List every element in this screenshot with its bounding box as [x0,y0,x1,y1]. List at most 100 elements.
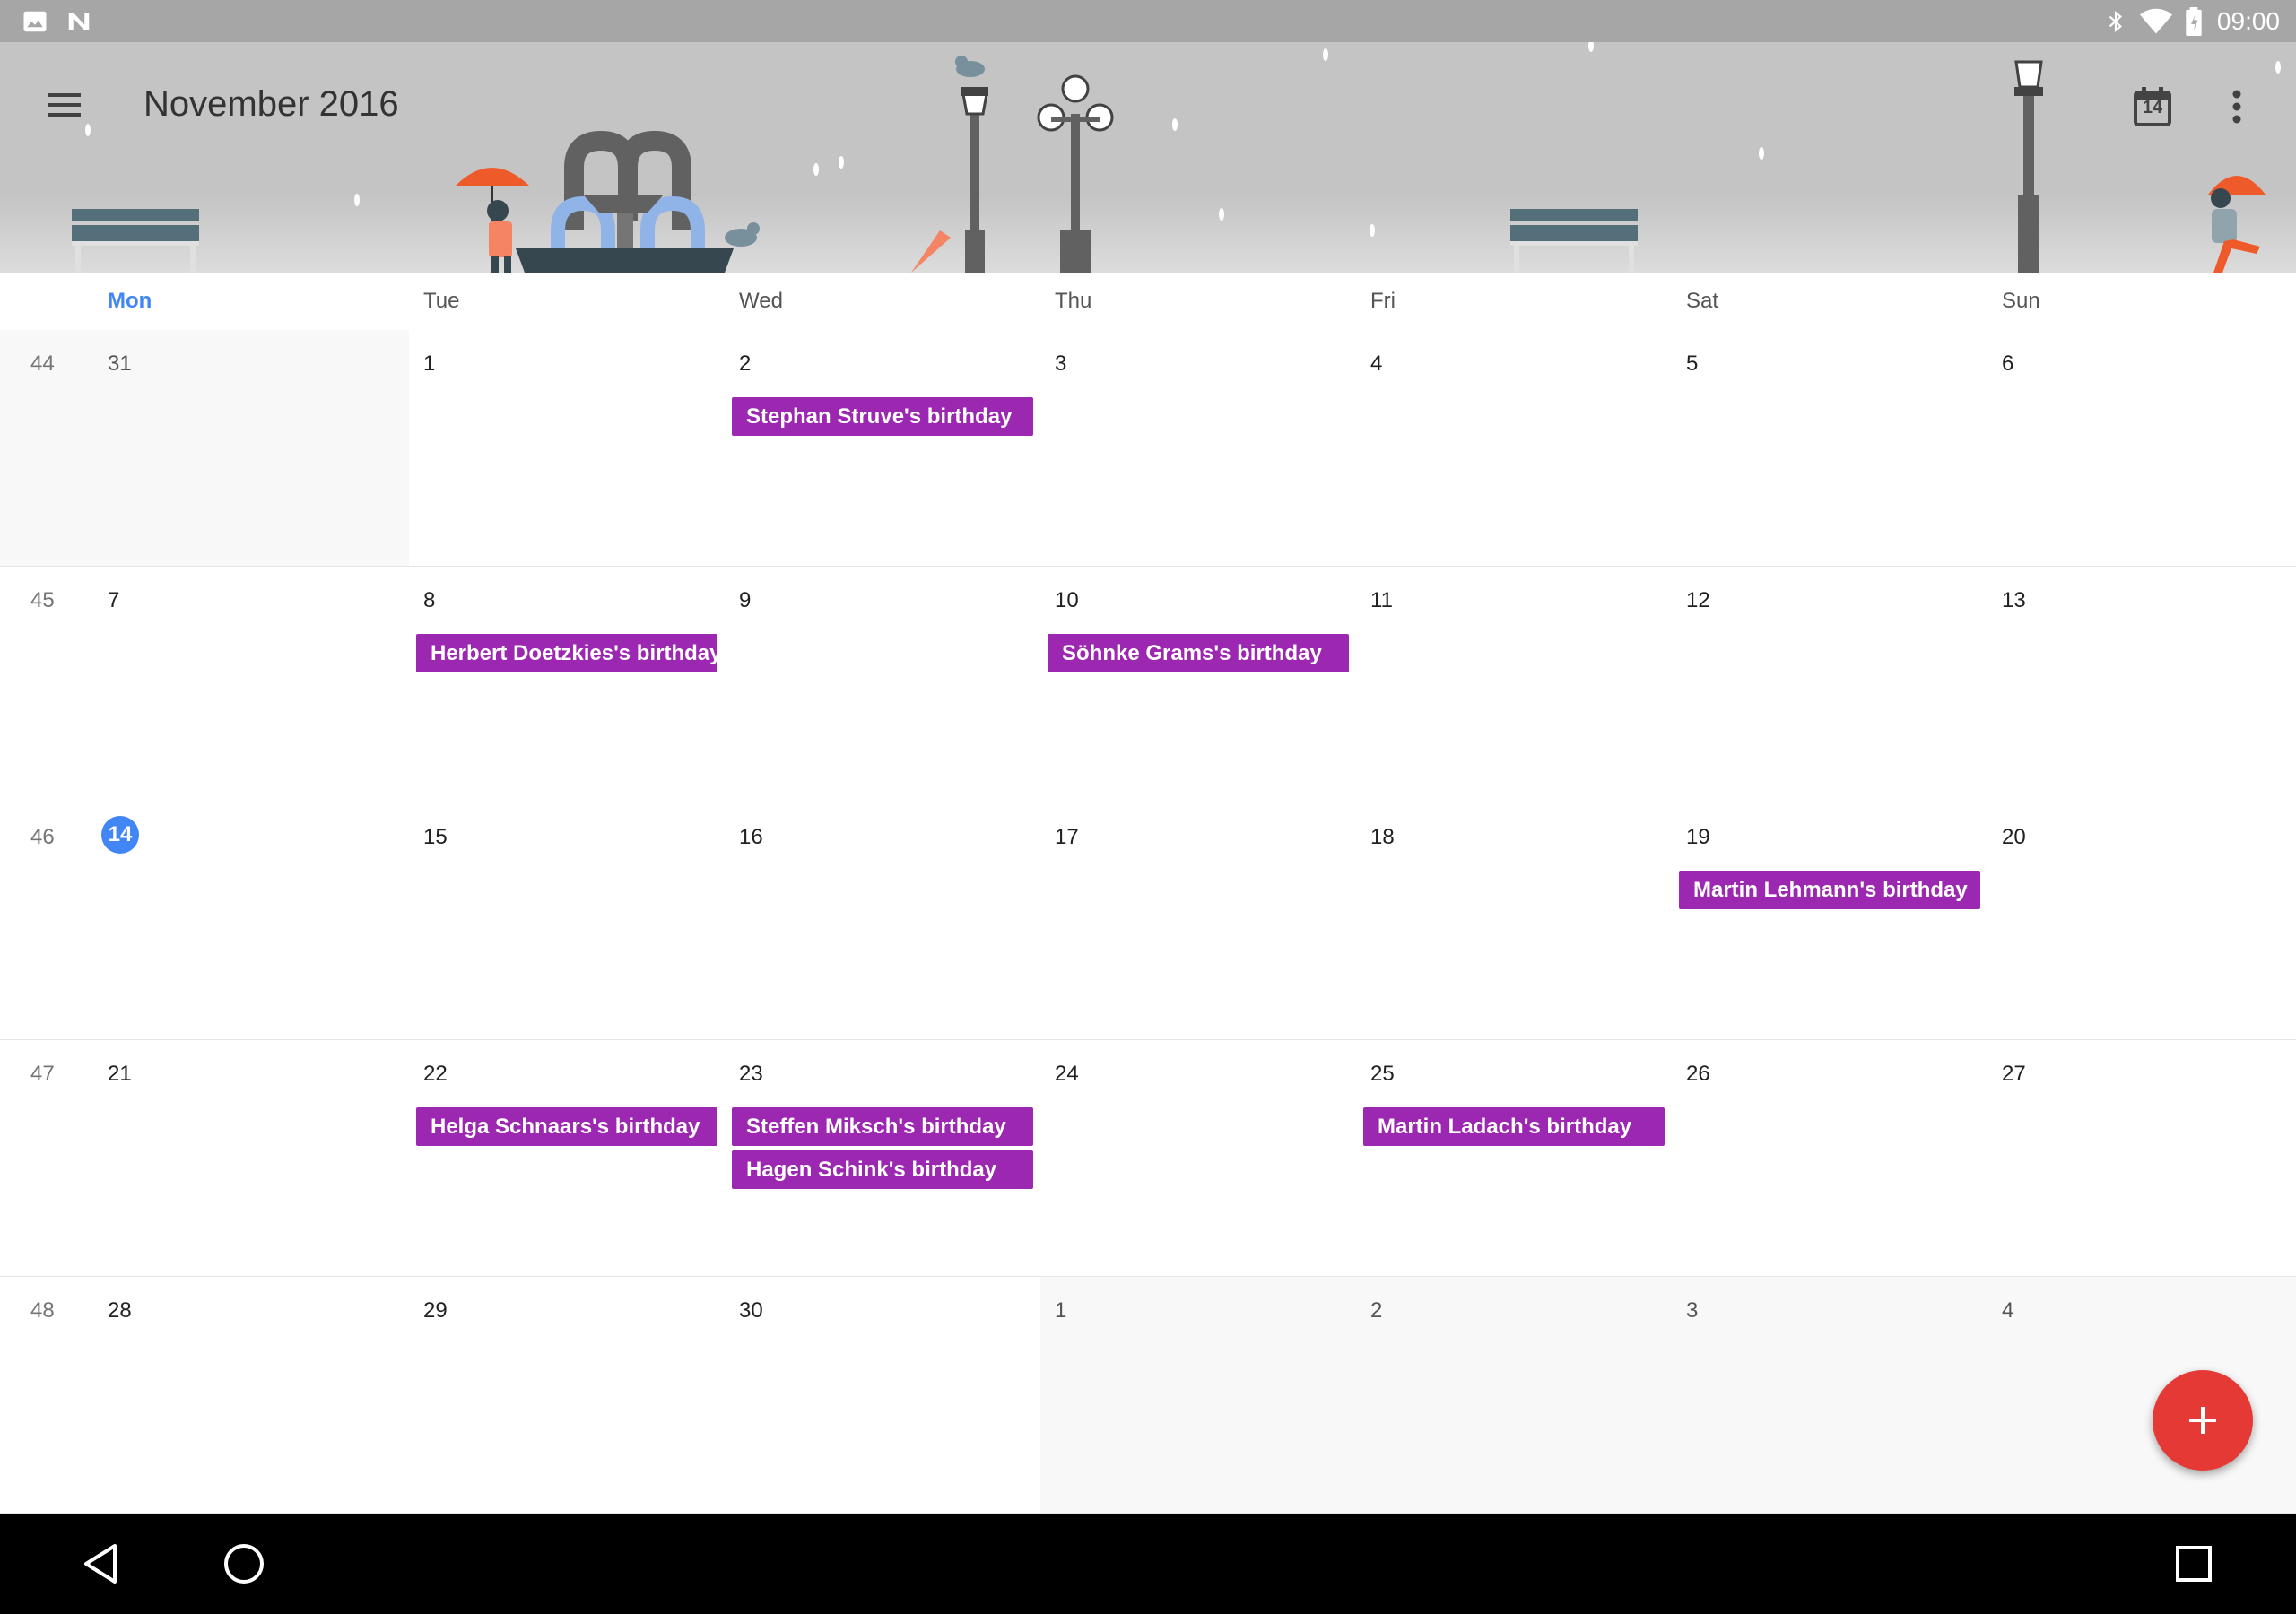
day-number: 4 [1370,351,1383,376]
back-icon [84,1544,117,1584]
day-cell[interactable]: 27 [1987,1040,2296,1276]
day-number: 4 [2002,1298,2014,1323]
event-chip[interactable]: Söhnke Grams's birthday [1048,634,1349,672]
n-logo-icon [65,0,93,42]
day-number: 27 [2002,1062,2026,1086]
day-cell[interactable]: 1 [409,330,725,566]
menu-button[interactable] [36,76,93,134]
day-number: 25 [1370,1062,1395,1086]
day-number: 16 [739,825,763,849]
today-day-number: 14 [101,816,139,854]
day-cell[interactable]: 31 [0,330,409,566]
day-cell[interactable]: 28 [0,1277,409,1513]
event-chip[interactable]: Martin Lehmann's birthday [1679,871,1980,909]
day-cell[interactable]: 23 Steffen Miksch's birthday Hagen Schink'… [725,1040,1040,1276]
week-row: 28 29 30 1 2 3 4 48 [0,1277,2296,1514]
day-number: 21 [108,1062,132,1086]
day-cell[interactable]: 15 [409,803,725,1039]
overflow-menu-button[interactable] [2212,76,2262,137]
weekday-label: Fri [1370,289,1396,313]
app-header: November 2016 14 [0,42,2296,273]
week-row: 7 8 Herbert Doetzkies's birthday 9 10 Söhnke … [0,567,2296,803]
day-cell[interactable]: 8 Herbert Doetzkies's birthday [409,567,725,803]
day-cell[interactable]: 13 [1987,567,2296,803]
day-number: 20 [2002,825,2026,849]
event-chip[interactable]: Martin Ladach's birthday [1363,1107,1665,1146]
day-cell[interactable]: 20 [1987,803,2296,1039]
day-cell[interactable]: 17 [1040,803,1356,1039]
recents-button[interactable] [2156,1526,2231,1601]
add-event-button[interactable] [2152,1370,2253,1471]
week-number: 48 [30,1298,55,1323]
day-cell[interactable]: 11 [1356,567,1672,803]
recents-icon [2176,1546,2212,1582]
day-number: 3 [1686,1298,1699,1323]
week-number: 44 [30,351,55,376]
day-cell[interactable]: 3 [1040,330,1356,566]
weekday-label: Sun [2002,289,2040,313]
day-cell[interactable]: 12 [1672,567,1987,803]
day-cell[interactable]: 22 Helga Schnaars's birthday [409,1040,725,1276]
day-cell[interactable]: 24 [1040,1040,1356,1276]
day-number: 28 [108,1298,132,1323]
day-cell[interactable]: 30 [725,1277,1040,1513]
week-number: 46 [30,825,55,849]
day-cell[interactable]: 1 [1040,1277,1356,1513]
today-number: 14 [2142,98,2163,117]
day-number: 10 [1055,588,1079,612]
home-button[interactable] [206,1526,282,1601]
day-cell[interactable]: 26 [1672,1040,1987,1276]
month-grid: 31 1 2 Stephan Struve's birthday 3 4 5 6 44 7 8 Her… [0,330,2296,1514]
weekday-label: Tue [423,289,460,313]
day-cell[interactable]: 14 [0,803,409,1039]
day-number: 30 [739,1298,763,1323]
day-number: 5 [1686,351,1699,376]
day-number: 3 [1055,351,1067,376]
day-cell[interactable]: 2 Stephan Struve's birthday [725,330,1040,566]
day-cell[interactable]: 10 Söhnke Grams's birthday [1040,567,1356,803]
hamburger-icon [48,93,81,117]
day-cell[interactable]: 6 [1987,330,2296,566]
battery-icon [2185,0,2203,42]
day-number: 1 [1055,1298,1067,1323]
day-cell[interactable]: 7 [0,567,409,803]
home-icon [224,1544,264,1584]
day-number: 2 [1370,1298,1383,1323]
week-number: 45 [30,588,55,612]
day-cell[interactable]: 5 [1672,330,1987,566]
weekday-label: Wed [739,289,783,313]
day-cell[interactable]: 3 [1672,1277,1987,1513]
day-number: 17 [1055,825,1079,849]
day-number: 15 [423,825,448,849]
day-number: 9 [739,588,752,612]
day-number: 26 [1686,1062,1710,1086]
day-cell[interactable]: 29 [409,1277,725,1513]
event-chip[interactable]: Stephan Struve's birthday [732,397,1033,436]
week-row: 14 15 16 17 18 19 Martin Lehmann's birthday 20 4… [0,803,2296,1040]
day-cell[interactable]: 19 Martin Lehmann's birthday [1672,803,1987,1039]
status-time: 09:00 [2216,7,2280,35]
event-chip[interactable]: Helga Schnaars's birthday [416,1107,718,1146]
event-chip[interactable]: Herbert Doetzkies's birthday [416,634,718,672]
day-cell[interactable]: 2 [1356,1277,1672,1513]
day-number: 6 [2002,351,2014,376]
day-number: 19 [1686,825,1710,849]
today-button[interactable]: 14 [2122,76,2183,137]
wifi-icon [2140,0,2172,42]
day-cell[interactable]: 4 [1987,1277,2296,1513]
day-number: 12 [1686,588,1710,612]
day-number: 1 [423,351,436,376]
day-cell[interactable]: 4 [1356,330,1672,566]
day-number: 8 [423,588,436,612]
day-cell[interactable]: 21 [0,1040,409,1276]
day-cell[interactable]: 18 [1356,803,1672,1039]
event-chip[interactable]: Hagen Schink's birthday [732,1150,1033,1189]
back-button[interactable] [63,1526,138,1601]
weekday-label: Thu [1055,289,1092,313]
day-cell[interactable]: 16 [725,803,1040,1039]
weekday-label: Sat [1686,289,1719,313]
day-cell[interactable]: 25 Martin Ladach's birthday [1356,1040,1672,1276]
day-number: 13 [2002,588,2026,612]
event-chip[interactable]: Steffen Miksch's birthday [732,1107,1033,1146]
day-cell[interactable]: 9 [725,567,1040,803]
